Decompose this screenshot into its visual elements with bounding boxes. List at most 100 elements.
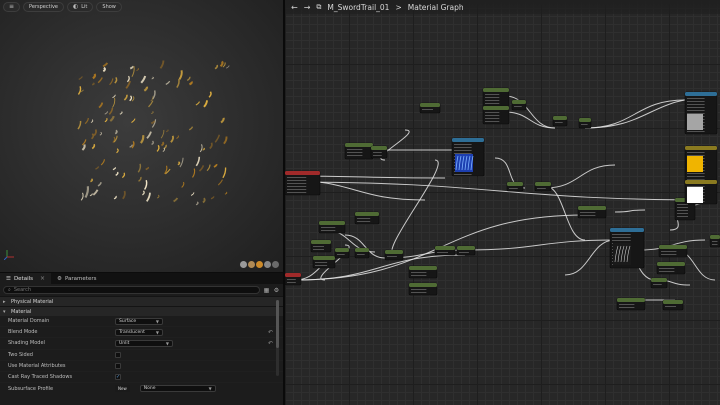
breadcrumb-material-name[interactable]: M_SwordTrail_01 [327,3,389,12]
material-graph-canvas[interactable]: ← → ⧉ M_SwordTrail_01 > Material Graph [285,0,720,405]
material-node[interactable] [318,220,346,234]
material-node[interactable] [384,249,404,261]
trail-streak [146,192,151,202]
node-wire [614,209,646,213]
preview-cylinder-icon[interactable] [248,261,255,268]
trail-streak [84,186,90,198]
material-node[interactable] [709,234,720,248]
category-material[interactable]: ▾ Material [0,306,283,316]
trail-streak [176,78,180,89]
trail-streak [162,147,166,152]
dropdown-value: None [143,386,156,392]
trail-streak [102,66,106,73]
property-row-two-sided: Two Sided [0,350,283,361]
material-node[interactable] [650,277,668,289]
trail-streak [92,73,97,80]
material-node[interactable] [419,102,441,114]
show-label: Show [102,4,116,10]
trail-streak [140,75,147,84]
material-node[interactable] [534,181,552,192]
material-node[interactable] [310,239,332,253]
scroll-thumb[interactable] [276,300,279,348]
material-node[interactable] [578,117,592,129]
trail-streak [202,197,206,204]
material-node[interactable] [370,145,388,159]
preview-sphere-icon[interactable] [240,261,247,268]
cast-ray-traced-shadows-checkbox[interactable]: ✓ [115,374,121,381]
viewport-menu-button[interactable]: ≡ [3,2,21,12]
dropdown-value: Translucent [119,329,145,335]
preview-cube-icon[interactable] [264,261,271,268]
material-node[interactable] [285,272,302,286]
trail-streak [142,190,145,196]
preview-custom-mesh-icon[interactable] [272,261,279,268]
tab-parameters[interactable]: ⚙ Parameters [51,273,102,284]
new-profile-button[interactable]: New [115,385,130,393]
material-node[interactable] [616,297,646,311]
property-label: Subsurface Profile [8,385,54,392]
material-preview-viewport[interactable]: ≡ Perspective ◐ Lit Show [0,0,283,272]
material-node[interactable] [344,142,374,160]
search-box[interactable]: ⌕ [3,286,260,294]
trail-streak [98,102,104,109]
node-wire [544,164,616,189]
material-node[interactable] [482,105,510,125]
category-physical-material[interactable]: ▸ Physical Material [0,296,283,306]
material-node[interactable] [312,255,336,269]
show-button[interactable]: Show [96,2,122,12]
material-node[interactable] [511,99,527,111]
material-node[interactable] [408,282,438,296]
material-node[interactable] [334,247,350,259]
material-node[interactable] [434,245,456,256]
property-label: Shading Model [8,340,45,347]
material-node[interactable] [456,245,476,256]
material-node[interactable] [656,261,686,275]
reset-to-default-icon[interactable]: ↶ [268,329,273,336]
lit-button[interactable]: ◐ Lit [67,2,94,12]
trail-streak [203,100,208,108]
chevron-right-icon: ▸ [3,298,6,305]
material-node[interactable] [577,205,607,219]
search-input[interactable] [13,286,255,294]
material-node[interactable] [354,211,380,225]
trail-streak [151,110,154,115]
use-material-attributes-checkbox[interactable] [115,362,121,369]
material-domain-dropdown[interactable]: Surface ▼ [115,317,163,325]
chevron-down-icon: ▾ [3,308,6,315]
trail-streak [160,129,165,139]
material-node[interactable] [506,181,524,192]
close-icon[interactable]: × [40,275,45,282]
reset-to-default-icon[interactable]: ↶ [268,340,273,347]
back-arrow-icon[interactable]: ← [291,3,298,12]
material-node[interactable] [285,170,321,196]
breadcrumb-material-graph: Material Graph [407,2,464,12]
trail-streak [222,167,227,179]
material-node[interactable] [552,115,568,127]
shading-model-dropdown[interactable]: Unlit ▼ [115,339,173,347]
trail-streak [93,129,97,137]
tab-details[interactable]: ☰ Details × [0,273,52,284]
tab-details-label: Details [13,275,34,282]
grid-view-icon[interactable]: ▦ [263,287,270,294]
preview-plane-icon[interactable] [256,261,263,268]
material-node[interactable] [658,244,688,258]
settings-gear-icon[interactable]: ⚙ [273,287,280,294]
dropdown-value: Surface [119,318,137,324]
trail-streak [150,120,156,125]
trail-streak [143,179,148,190]
details-scrollbar[interactable] [276,300,279,376]
details-panel: ☰ Details × ⚙ Parameters ⌕ ▦ ⚙ ▸ Physica… [0,272,283,405]
trail-streak [78,76,83,80]
trail-streak [139,134,145,144]
material-node[interactable] [354,247,370,259]
perspective-button[interactable]: Perspective [23,2,64,12]
material-node[interactable] [408,265,438,279]
material-node[interactable] [662,299,684,311]
blend-mode-dropdown[interactable]: Translucent ▼ [115,328,163,336]
category-label: Material [11,308,32,315]
trail-streak [77,120,82,130]
trail-streak [121,172,126,179]
subsurface-profile-dropdown[interactable]: None ▼ [139,385,216,393]
two-sided-checkbox[interactable] [115,351,121,358]
forward-arrow-icon[interactable]: → [304,3,311,12]
